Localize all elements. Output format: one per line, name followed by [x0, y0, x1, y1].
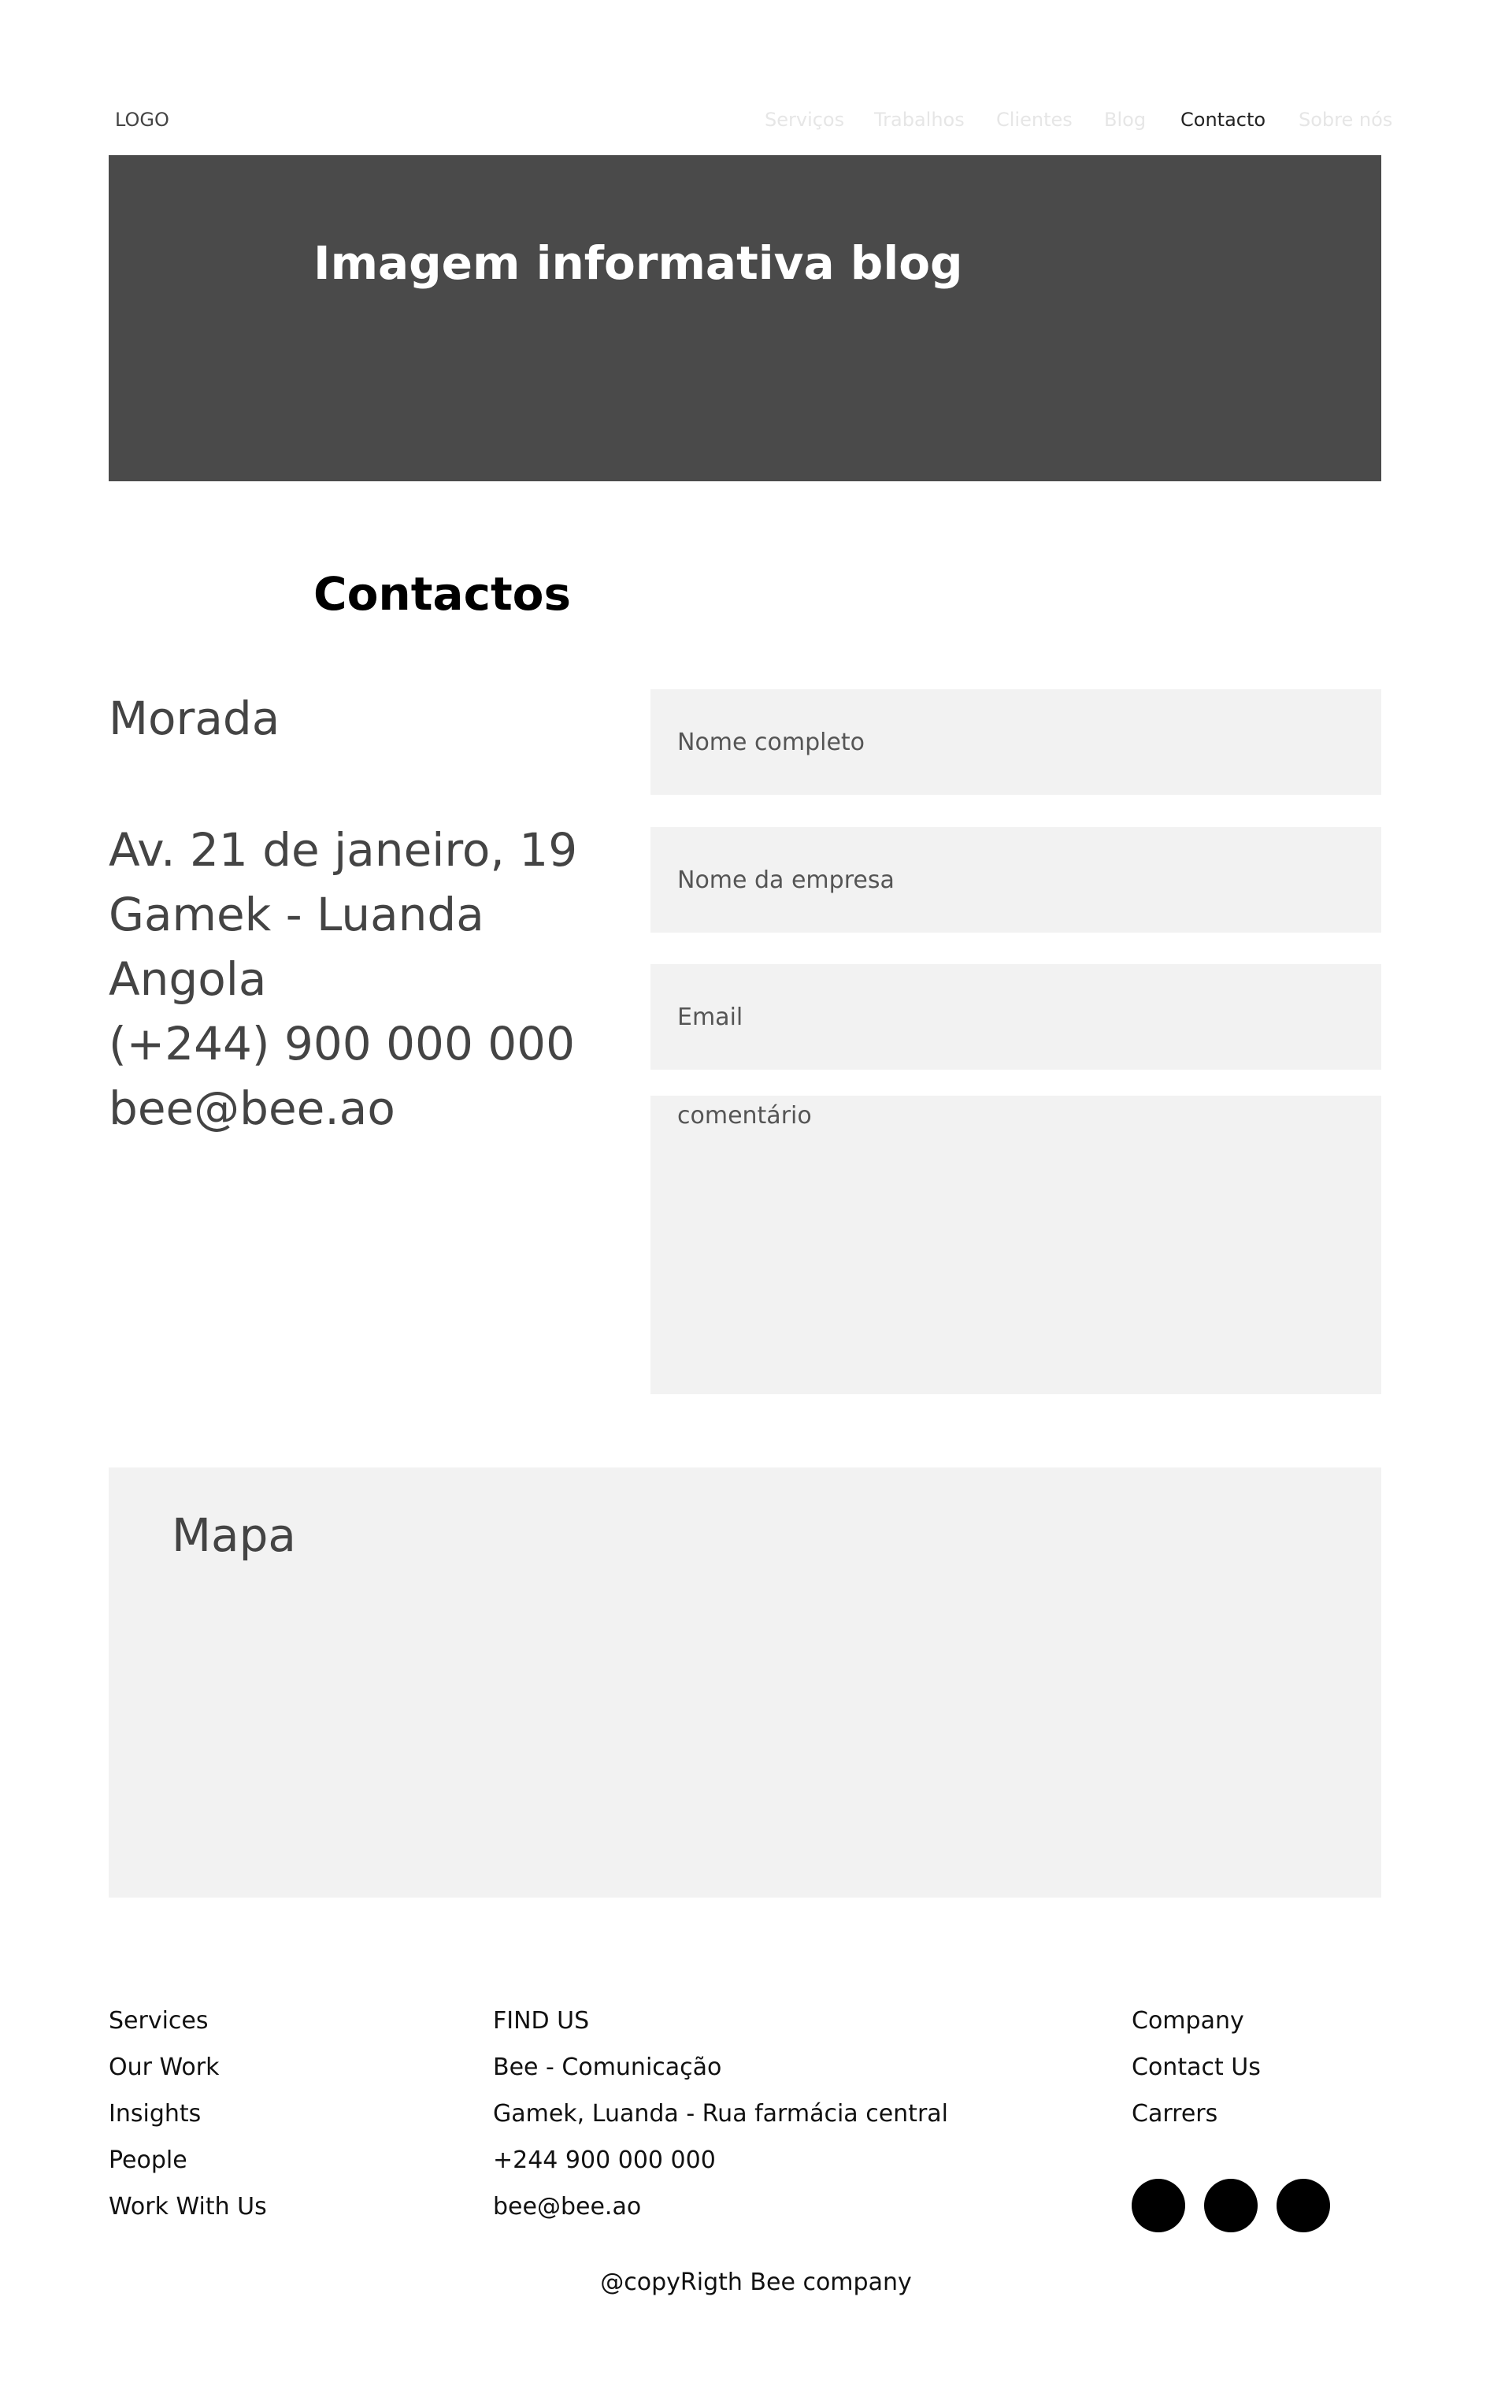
full-name-input[interactable] [650, 689, 1381, 795]
address-street: Av. 21 de janeiro, 19 [109, 823, 578, 877]
footer-link-contact-us[interactable]: Contact Us [1132, 2044, 1261, 2091]
address-country: Angola [109, 952, 267, 1006]
footer-address: Gamek, Luanda - Rua farmácia central [493, 2100, 948, 2128]
footer-company-name: Bee - Comunicação [493, 2054, 722, 2081]
email-input[interactable] [650, 964, 1381, 1070]
nav-servicos[interactable]: Serviços [765, 109, 844, 131]
comment-textarea[interactable] [650, 1096, 1381, 1394]
address-phone: (+244) 900 000 000 [109, 1017, 575, 1070]
hero-banner [109, 155, 1381, 481]
address-label: Morada [109, 692, 280, 745]
footer-link-insights[interactable]: Insights [109, 2091, 267, 2137]
map-label: Mapa [172, 1508, 296, 1562]
footer-link-people[interactable]: People [109, 2137, 267, 2184]
nav-clientes[interactable]: Clientes [996, 109, 1073, 131]
logo[interactable]: LOGO [115, 109, 169, 131]
nav-trabalhos[interactable]: Trabalhos [874, 109, 965, 131]
footer-link-services[interactable]: Services [109, 1998, 267, 2044]
footer-link-carrers[interactable]: Carrers [1132, 2091, 1261, 2137]
footer-link-work-with-us[interactable]: Work With Us [109, 2184, 267, 2230]
social-icon-3[interactable] [1277, 2179, 1330, 2232]
social-icon-1[interactable] [1132, 2179, 1185, 2232]
nav-contacto[interactable]: Contacto [1180, 109, 1266, 131]
section-title-contactos: Contactos [313, 567, 572, 621]
footer-phone: +244 900 000 000 [493, 2146, 716, 2174]
footer-email: bee@bee.ao [493, 2193, 642, 2221]
address-email: bee@bee.ao [109, 1082, 395, 1135]
address-city: Gamek - Luanda [109, 888, 484, 941]
nav-blog[interactable]: Blog [1104, 109, 1146, 131]
footer-link-company[interactable]: Company [1132, 1998, 1261, 2044]
hero-title: Imagem informativa blog [313, 236, 963, 290]
footer-find-us-heading: FIND US [493, 2007, 590, 2035]
footer-find-us-column: FIND US Bee - Comunicação Gamek, Luanda … [493, 1998, 948, 2230]
address-block: Av. 21 de janeiro, 19 Gamek - Luanda Ang… [109, 818, 577, 1141]
footer-links-column: Services Our Work Insights People Work W… [109, 1998, 267, 2230]
footer-company-column: Company Contact Us Carrers [1132, 1998, 1261, 2137]
copyright-text: @copyRigth Bee company [600, 2269, 912, 2296]
footer-link-our-work[interactable]: Our Work [109, 2044, 267, 2091]
company-name-input[interactable] [650, 827, 1381, 933]
social-icon-2[interactable] [1204, 2179, 1258, 2232]
map-placeholder[interactable] [109, 1467, 1381, 1898]
nav-sobre-nos[interactable]: Sobre nós [1299, 109, 1392, 131]
